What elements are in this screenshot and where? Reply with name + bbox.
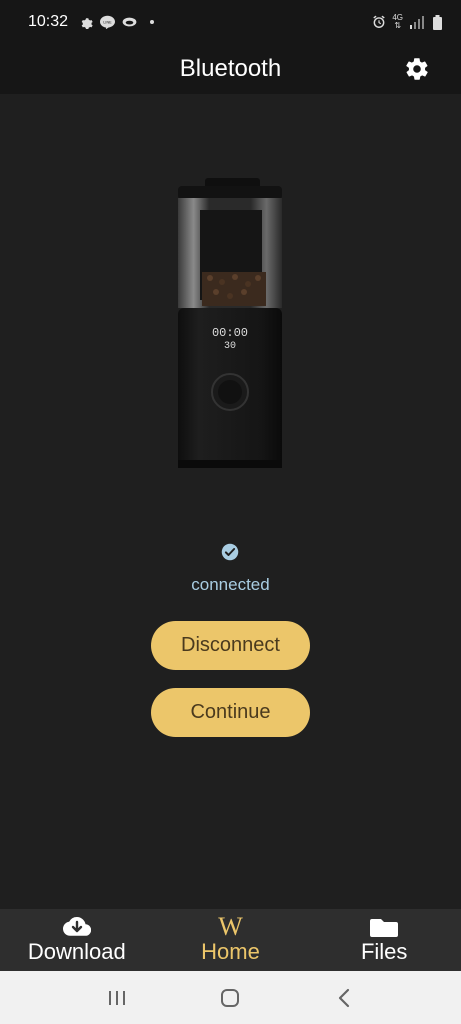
- back-chevron-icon: [339, 988, 350, 1007]
- continue-button[interactable]: Continue: [151, 688, 310, 737]
- page-title: Bluetooth: [179, 55, 282, 82]
- device-image: 00:00 30: [178, 178, 282, 468]
- tab-label-download: Download: [27, 939, 126, 964]
- status-bar: 10:32 LINE 4G ⇅: [0, 0, 461, 44]
- tab-home[interactable]: W Home: [154, 909, 308, 971]
- status-time: 10:32: [28, 13, 69, 30]
- data-arrows-icon: ⇅: [394, 21, 402, 30]
- home-button[interactable]: [210, 978, 250, 1018]
- network-type: 4G ⇅: [392, 14, 403, 30]
- home-circle-icon: [221, 988, 240, 1007]
- device-display-temp: 30: [224, 341, 236, 352]
- cloud-icon: [122, 15, 137, 30]
- signal-icon: [409, 15, 424, 30]
- cloud-download-icon: [62, 915, 91, 939]
- tab-download[interactable]: Download: [0, 909, 154, 971]
- alarm-icon: [371, 15, 386, 30]
- notification-dot: [150, 20, 155, 24]
- bottom-tab-bar: Download W Home Files: [0, 909, 461, 971]
- battery-icon: [430, 14, 445, 30]
- device-display-time: 00:00: [212, 326, 248, 340]
- tab-label-files: Files: [360, 939, 408, 964]
- svg-text:LINE: LINE: [103, 20, 112, 24]
- settings-button[interactable]: [403, 55, 431, 83]
- app-header: Bluetooth: [0, 44, 461, 94]
- status-icons-right: 4G ⇅: [371, 14, 445, 30]
- system-navigation-bar: [0, 971, 461, 1024]
- tab-label-home: Home: [201, 939, 260, 964]
- connection-status: connected: [191, 575, 270, 594]
- check-circle-icon: [221, 543, 239, 561]
- gear-icon: [406, 58, 428, 80]
- recent-apps-button[interactable]: [97, 978, 137, 1018]
- gear-icon: [78, 15, 93, 30]
- back-button[interactable]: [324, 978, 364, 1018]
- folder-icon: [370, 915, 399, 939]
- recent-apps-icon: [108, 990, 125, 1005]
- w-logo-icon: W: [218, 912, 243, 941]
- status-icons-left: LINE: [78, 15, 155, 30]
- disconnect-button[interactable]: Disconnect: [151, 621, 310, 670]
- tab-files[interactable]: Files: [307, 909, 461, 971]
- line-icon: LINE: [100, 15, 116, 30]
